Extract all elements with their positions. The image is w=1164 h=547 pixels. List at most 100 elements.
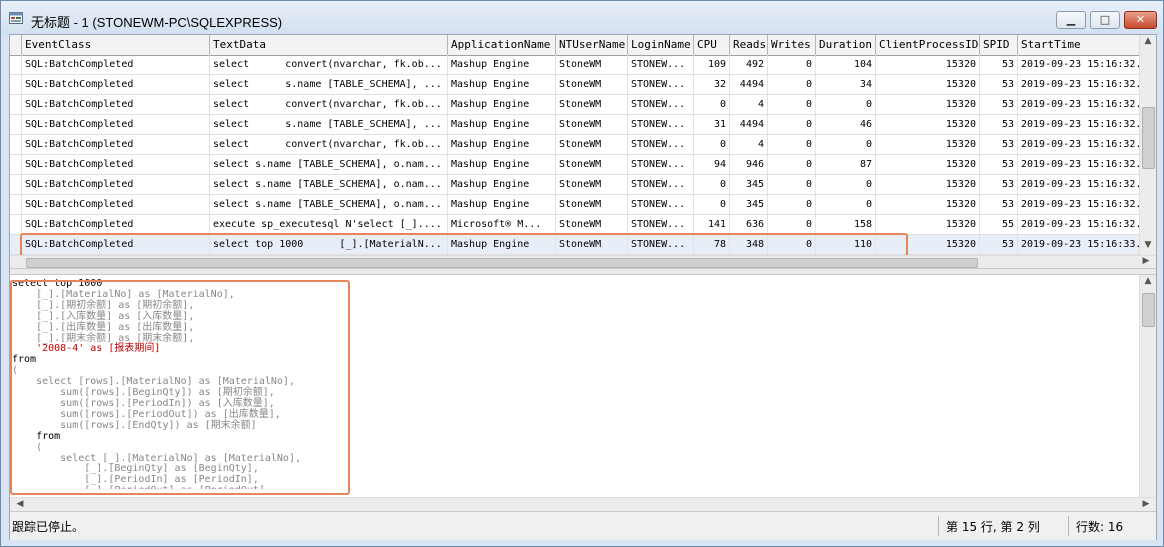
sql-text[interactable]: select top 1000 [_].[MaterialNo] as [Mat… — [12, 279, 301, 489]
table-cell[interactable]: 2019-09-23 15:16:32. — [1018, 135, 1140, 154]
table-row[interactable]: SQL:BatchCompleted select s.name [TABLE_S… — [10, 75, 1140, 95]
table-cell[interactable]: 15320 — [876, 215, 980, 234]
table-cell[interactable]: 15320 — [876, 115, 980, 134]
table-cell[interactable]: Mashup Engine — [448, 115, 556, 134]
scroll-right-icon[interactable]: ▶ — [1138, 256, 1154, 266]
table-cell[interactable]: 2019-09-23 15:16:32. — [1018, 95, 1140, 114]
table-cell[interactable]: SQL:BatchCompleted — [22, 215, 210, 234]
table-cell[interactable]: Mashup Engine — [448, 55, 556, 74]
table-cell[interactable]: 0 — [768, 235, 816, 254]
text-scroll-right-icon[interactable]: ▶ — [1138, 499, 1154, 509]
table-cell[interactable]: Mashup Engine — [448, 135, 556, 154]
grid-horizontal-scrollbar[interactable]: ▶ — [10, 255, 1156, 268]
row-selector[interactable] — [10, 215, 22, 234]
column-header[interactable]: Reads — [730, 35, 768, 55]
table-cell[interactable]: 15320 — [876, 155, 980, 174]
table-cell[interactable]: 94 — [694, 155, 730, 174]
table-cell[interactable]: select convert(nvarchar, fk.ob... — [210, 95, 448, 114]
table-cell[interactable]: 0 — [768, 75, 816, 94]
table-cell[interactable]: 345 — [730, 195, 768, 214]
table-cell[interactable]: SQL:BatchCompleted — [22, 115, 210, 134]
table-cell[interactable]: 0 — [816, 175, 876, 194]
column-header[interactable]: Duration — [816, 35, 876, 55]
table-cell[interactable]: 636 — [730, 215, 768, 234]
close-button[interactable]: ✕ — [1124, 11, 1157, 29]
table-row[interactable]: SQL:BatchCompleted select top 1000 [_].[M… — [10, 235, 1140, 255]
table-cell[interactable]: Microsoft® M... — [448, 215, 556, 234]
table-cell[interactable]: 2019-09-23 15:16:32. — [1018, 155, 1140, 174]
table-cell[interactable]: SQL:BatchCompleted — [22, 235, 210, 254]
table-cell[interactable]: Mashup Engine — [448, 195, 556, 214]
text-scroll-left-icon[interactable]: ◀ — [12, 499, 28, 509]
table-cell[interactable]: 104 — [816, 55, 876, 74]
table-cell[interactable]: 0 — [768, 95, 816, 114]
table-cell[interactable]: STONEW... — [628, 215, 694, 234]
table-cell[interactable]: 53 — [980, 235, 1018, 254]
table-cell[interactable]: 53 — [980, 155, 1018, 174]
table-cell[interactable]: 0 — [768, 115, 816, 134]
minimize-button[interactable]: ▁ — [1056, 11, 1086, 29]
table-cell[interactable]: execute sp_executesql N'select [_].... — [210, 215, 448, 234]
table-cell[interactable]: SQL:BatchCompleted — [22, 155, 210, 174]
table-cell[interactable]: 31 — [694, 115, 730, 134]
table-cell[interactable]: Mashup Engine — [448, 75, 556, 94]
table-cell[interactable]: 15320 — [876, 175, 980, 194]
table-row[interactable]: SQL:BatchCompleted select s.name [TABLE_S… — [10, 115, 1140, 135]
text-vertical-scrollbar[interactable]: ▲ — [1139, 275, 1156, 497]
table-cell[interactable]: STONEW... — [628, 135, 694, 154]
column-header[interactable]: SPID — [980, 35, 1018, 55]
scroll-up-icon[interactable]: ▲ — [1140, 36, 1156, 46]
table-cell[interactable]: 15320 — [876, 95, 980, 114]
table-cell[interactable]: 53 — [980, 195, 1018, 214]
table-cell[interactable]: 2019-09-23 15:16:32. — [1018, 195, 1140, 214]
table-cell[interactable]: Mashup Engine — [448, 95, 556, 114]
table-cell[interactable]: 492 — [730, 55, 768, 74]
table-cell[interactable]: 0 — [768, 215, 816, 234]
table-cell[interactable]: Mashup Engine — [448, 155, 556, 174]
table-cell[interactable]: 0 — [694, 95, 730, 114]
table-cell[interactable]: SQL:BatchCompleted — [22, 195, 210, 214]
table-cell[interactable]: SQL:BatchCompleted — [22, 135, 210, 154]
table-cell[interactable]: 0 — [694, 175, 730, 194]
table-cell[interactable]: 2019-09-23 15:16:32. — [1018, 215, 1140, 234]
table-cell[interactable]: STONEW... — [628, 55, 694, 74]
table-cell[interactable]: 345 — [730, 175, 768, 194]
table-cell[interactable]: StoneWM — [556, 95, 628, 114]
table-cell[interactable]: 34 — [816, 75, 876, 94]
table-cell[interactable]: 4 — [730, 95, 768, 114]
table-cell[interactable]: 2019-09-23 15:16:32. — [1018, 175, 1140, 194]
table-cell[interactable]: 0 — [768, 175, 816, 194]
table-cell[interactable]: 2019-09-23 15:16:32. — [1018, 55, 1140, 74]
table-cell[interactable]: 87 — [816, 155, 876, 174]
column-header[interactable]: StartTime — [1018, 35, 1140, 55]
table-cell[interactable]: 53 — [980, 115, 1018, 134]
table-cell[interactable]: 15320 — [876, 195, 980, 214]
table-cell[interactable]: STONEW... — [628, 75, 694, 94]
table-cell[interactable]: SQL:BatchCompleted — [22, 175, 210, 194]
row-selector[interactable] — [10, 95, 22, 114]
grid-vertical-scrollbar[interactable]: ▲ ▼ — [1139, 35, 1156, 255]
row-selector[interactable] — [10, 195, 22, 214]
row-selector[interactable] — [10, 235, 22, 254]
table-cell[interactable]: 4494 — [730, 115, 768, 134]
table-cell[interactable]: 0 — [816, 95, 876, 114]
table-cell[interactable]: 53 — [980, 95, 1018, 114]
table-cell[interactable]: 53 — [980, 175, 1018, 194]
table-cell[interactable]: StoneWM — [556, 115, 628, 134]
table-cell[interactable]: 158 — [816, 215, 876, 234]
table-cell[interactable]: 53 — [980, 75, 1018, 94]
column-header[interactable]: NTUserName — [556, 35, 628, 55]
table-cell[interactable]: STONEW... — [628, 155, 694, 174]
textdata-pane[interactable]: select top 1000 [_].[MaterialNo] as [Mat… — [10, 275, 1156, 511]
row-selector[interactable] — [10, 75, 22, 94]
row-selector[interactable] — [10, 55, 22, 74]
table-cell[interactable]: 32 — [694, 75, 730, 94]
trace-grid[interactable]: EventClass TextData ApplicationName NTUserN… — [10, 35, 1156, 268]
table-cell[interactable]: StoneWM — [556, 215, 628, 234]
table-cell[interactable]: select s.name [TABLE_SCHEMA], o.nam... — [210, 155, 448, 174]
table-cell[interactable]: 4 — [730, 135, 768, 154]
table-cell[interactable]: STONEW... — [628, 175, 694, 194]
table-cell[interactable]: 141 — [694, 215, 730, 234]
table-cell[interactable]: 2019-09-23 15:16:32. — [1018, 115, 1140, 134]
table-cell[interactable]: select top 1000 [_].[MaterialN... — [210, 235, 448, 254]
